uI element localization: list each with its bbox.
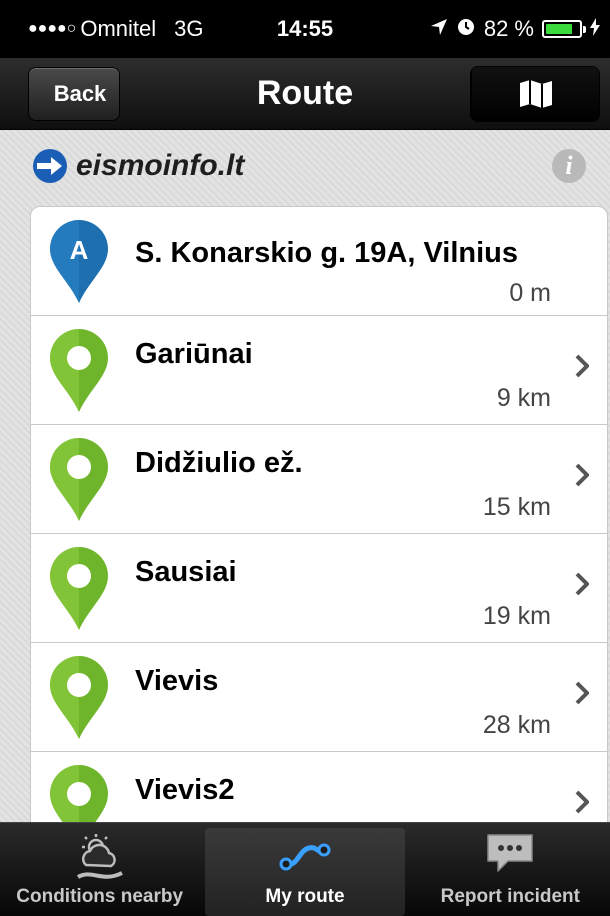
route-stop-start: A S. Konarskio g. 19A, Vilnius 0 m (31, 207, 607, 316)
tab-label: Conditions nearby (16, 886, 184, 907)
start-pin-letter: A (70, 235, 89, 265)
chevron-right-icon (575, 790, 589, 814)
battery-percent: 82 % (483, 16, 534, 41)
route-stop-row[interactable]: Vievis 28 km (31, 643, 607, 752)
stop-name: Vievis (135, 665, 219, 697)
chevron-right-icon (575, 463, 589, 487)
stop-pin-icon (50, 656, 108, 739)
route-stop-row[interactable]: Didžiulio ež. 15 km (31, 425, 607, 534)
status-bar: ●●●●○ Omnitel 3G 14:55 82 % (0, 0, 610, 58)
stop-distance: 9 km (496, 384, 551, 412)
route-icon (279, 843, 331, 871)
brand-logo: eismoinfo.lt (32, 148, 552, 184)
back-button[interactable]: Back (28, 67, 120, 121)
stop-pin-icon (50, 765, 108, 822)
map-icon (519, 80, 552, 108)
route-stop-row[interactable]: Vievis2 (31, 752, 607, 822)
chat-bubble-icon (487, 834, 534, 872)
info-icon[interactable]: i (552, 149, 586, 183)
stop-distance: 15 km (482, 493, 551, 521)
page-title: Route (256, 74, 354, 112)
route-stop-list: A S. Konarskio g. 19A, Vilnius 0 m Gariū… (30, 206, 608, 822)
stop-name: Sausiai (135, 556, 237, 588)
stop-name: S. Konarskio g. 19A, Vilnius (135, 237, 519, 269)
tab-my-route[interactable]: My route (205, 828, 405, 916)
carrier-name: Omnitel (80, 16, 157, 41)
route-stop-row[interactable]: Gariūnai 9 km (31, 316, 607, 425)
tab-bar: Conditions nearby My route Report incide… (0, 822, 610, 916)
view-toggle (470, 66, 600, 122)
stop-name: Vievis2 (135, 774, 235, 806)
tab-report-incident[interactable]: Report incident (411, 823, 610, 916)
chevron-right-icon (575, 681, 589, 705)
stop-pin-icon (50, 438, 108, 521)
stop-distance: 0 m (509, 279, 551, 307)
chevron-right-icon (575, 572, 589, 596)
network-type: 3G (174, 16, 204, 41)
route-stop-row[interactable]: Sausiai 19 km (31, 534, 607, 643)
signal-strength-icon: ●●●●○ (28, 20, 77, 37)
stop-pin-icon (50, 547, 108, 630)
battery-icon (542, 20, 586, 38)
chevron-right-icon (575, 354, 589, 378)
brand-name: eismoinfo.lt (76, 149, 245, 182)
brand-header: eismoinfo.lt i (0, 130, 610, 202)
logo-arrow-icon (33, 149, 67, 183)
tab-label: My route (265, 886, 345, 907)
location-arrow-icon (430, 16, 448, 42)
start-pin-icon: A (50, 220, 108, 303)
alarm-icon (456, 16, 476, 42)
tab-label: Report incident (440, 886, 580, 907)
stop-distance: 28 km (482, 711, 551, 739)
stop-distance: 19 km (482, 602, 551, 630)
tab-conditions-nearby[interactable]: Conditions nearby (0, 823, 199, 916)
stop-name: Gariūnai (135, 338, 253, 370)
weather-icon (76, 834, 123, 879)
charging-icon (590, 16, 600, 42)
route-content: eismoinfo.lt i A S. Konarskio g. 19A, Vi… (0, 130, 610, 822)
map-view-button[interactable] (471, 67, 599, 121)
navigation-bar: Back Route (0, 58, 610, 130)
stop-pin-icon (50, 329, 108, 412)
stop-name: Didžiulio ež. (135, 447, 303, 479)
